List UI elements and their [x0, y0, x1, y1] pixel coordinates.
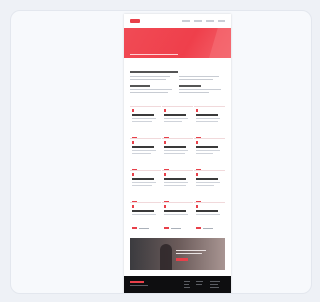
card[interactable] — [130, 202, 161, 233]
card-text-line — [132, 150, 156, 151]
card-number — [164, 109, 166, 112]
card-title — [132, 210, 154, 212]
page-thumbnail — [124, 14, 231, 293]
card-number — [132, 173, 134, 176]
card-title — [132, 178, 154, 180]
card-title — [164, 178, 186, 180]
text-line — [130, 79, 166, 81]
banner-button[interactable] — [176, 258, 188, 261]
card-text-line — [164, 118, 188, 119]
footer-link[interactable] — [184, 281, 190, 282]
card-title — [196, 178, 218, 180]
card-text-line — [132, 121, 152, 122]
footer-link[interactable] — [184, 284, 189, 285]
text-line — [179, 76, 219, 78]
banner-photo — [160, 244, 172, 270]
card-number — [196, 173, 198, 176]
hero-text-line — [130, 54, 178, 56]
card-text-line — [132, 118, 156, 119]
nav-item[interactable] — [218, 20, 225, 22]
top-navigation — [124, 14, 231, 28]
column-heading — [179, 85, 201, 87]
card[interactable] — [194, 202, 225, 233]
footer-link[interactable] — [184, 287, 190, 288]
card-title — [164, 146, 186, 148]
card-text-line — [164, 121, 182, 122]
card-text-line — [132, 153, 151, 154]
card-number — [196, 109, 198, 112]
card-text-line — [164, 185, 186, 186]
cta-banner — [130, 238, 225, 270]
banner-text-line — [176, 253, 202, 255]
card-title — [164, 210, 186, 212]
card-title — [132, 146, 154, 148]
text-line — [179, 92, 209, 94]
nav-item[interactable] — [194, 20, 202, 22]
card-number — [164, 141, 166, 144]
card-text-line — [164, 153, 185, 154]
card-text-line — [196, 153, 213, 154]
card-number — [196, 141, 198, 144]
card-tag[interactable] — [164, 227, 169, 229]
text-line — [130, 89, 172, 91]
text-line — [179, 79, 213, 81]
text-line — [130, 92, 168, 94]
hero-graphic — [209, 28, 231, 58]
footer-logo[interactable] — [130, 281, 144, 283]
intro-heading-line — [130, 71, 178, 73]
card-title — [132, 114, 154, 116]
nav-item[interactable] — [206, 20, 214, 22]
card-text-line — [132, 182, 156, 183]
card-text-line — [132, 214, 156, 215]
text-line — [130, 76, 170, 78]
footer-link[interactable] — [196, 281, 203, 282]
footer-link[interactable] — [210, 287, 219, 288]
card-text-line — [164, 182, 188, 183]
card-number — [164, 173, 166, 176]
card-meta — [139, 227, 149, 229]
card-title — [164, 114, 186, 116]
card-title — [196, 114, 218, 116]
card[interactable] — [162, 202, 193, 233]
card-tag[interactable] — [132, 227, 137, 229]
card-text-line — [196, 118, 220, 119]
card-title — [196, 210, 218, 212]
card-meta — [171, 227, 181, 229]
card-number — [132, 109, 134, 112]
footer-text-line — [130, 285, 148, 286]
card-number — [196, 205, 198, 208]
site-logo[interactable] — [130, 19, 140, 23]
intro-title — [130, 66, 200, 69]
card-text-line — [196, 121, 218, 122]
card-text-line — [196, 214, 220, 215]
preview-frame — [10, 10, 312, 294]
card-text-line — [164, 150, 188, 151]
text-line — [179, 89, 221, 91]
nav-item[interactable] — [182, 20, 190, 22]
card-text-line — [196, 150, 220, 151]
card-number — [132, 141, 134, 144]
site-footer — [124, 276, 231, 293]
card-number — [164, 205, 166, 208]
card-text-line — [164, 214, 188, 215]
card-number — [132, 205, 134, 208]
card-tag[interactable] — [196, 227, 201, 229]
card-meta — [203, 227, 213, 229]
footer-link[interactable] — [210, 281, 220, 282]
hero-section — [124, 28, 231, 58]
card-text-line — [132, 185, 152, 186]
banner-text-line — [176, 250, 206, 252]
footer-link[interactable] — [196, 284, 202, 285]
card-text-line — [196, 185, 214, 186]
footer-link[interactable] — [210, 284, 218, 285]
column-heading — [130, 85, 150, 87]
card-title — [196, 146, 218, 148]
card-text-line — [196, 182, 220, 183]
